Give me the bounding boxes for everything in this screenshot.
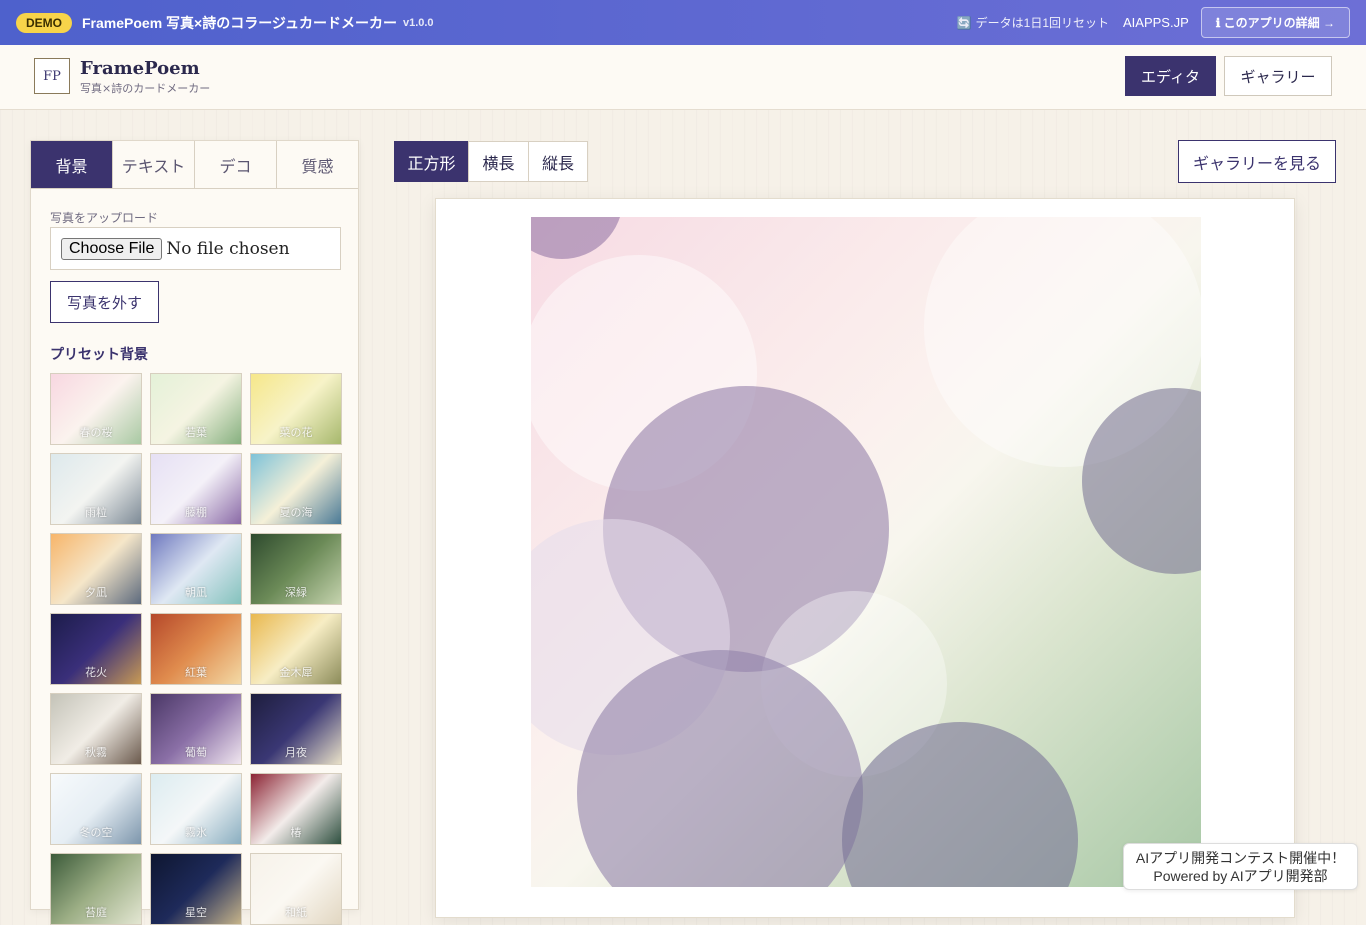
preset-swatch[interactable]: 星空 <box>150 853 242 925</box>
refresh-icon: 🔄 <box>956 15 972 30</box>
tab-deco[interactable]: デコ <box>195 141 277 188</box>
preset-label: 深緑 <box>285 586 307 599</box>
settings-panel: 背景 テキスト デコ 質感 写真をアップロード Choose File No f… <box>30 140 359 925</box>
preset-label: 和紙 <box>285 906 307 919</box>
preset-swatch[interactable]: 葡萄 <box>150 693 242 765</box>
demo-bar: DEMO FramePoem 写真×詩のコラージュカードメーカー v1.0.0 … <box>0 0 1366 45</box>
preset-swatch[interactable]: 椿 <box>250 773 342 845</box>
preset-swatch[interactable]: 和紙 <box>250 853 342 925</box>
app-subtitle: 写真×詩のカードメーカー <box>80 82 211 95</box>
preset-label: 夏の海 <box>279 506 313 519</box>
remove-photo-button[interactable]: 写真を外す <box>50 281 159 323</box>
demo-badge: DEMO <box>16 12 72 33</box>
ratio-square-button[interactable]: 正方形 <box>394 141 469 182</box>
preset-swatch[interactable]: 藤棚 <box>150 453 242 525</box>
preset-swatch[interactable]: 夕凪 <box>50 533 142 605</box>
aspect-ratio-selector: 正方形 横長 縦長 <box>394 141 588 182</box>
decor-circle <box>531 217 623 259</box>
preset-label: 春の桜 <box>79 426 113 439</box>
app-name: FramePoem <box>80 58 200 79</box>
preset-swatch[interactable]: 秋霧 <box>50 693 142 765</box>
reset-text: データは1日1回リセット <box>975 16 1110 30</box>
contest-line-1: AIアプリ開発コンテスト開催中！ <box>1135 849 1346 866</box>
preset-swatch[interactable]: 紅葉 <box>150 613 242 685</box>
preset-swatch[interactable]: 花火 <box>50 613 142 685</box>
preset-label: 雨粒 <box>85 506 107 519</box>
tab-texture[interactable]: 質感 <box>277 141 358 188</box>
preset-label: 苔庭 <box>85 906 107 919</box>
view-gallery-button[interactable]: ギャラリーを見る <box>1178 140 1336 183</box>
preset-swatch[interactable]: 春の桜 <box>50 373 142 445</box>
preset-label: 菜の花 <box>279 426 313 439</box>
preset-swatch[interactable]: 霧氷 <box>150 773 242 845</box>
canvas-frame <box>435 198 1295 918</box>
canvas-area <box>455 217 1277 887</box>
contest-line-2: Powered by AIアプリ開発部 <box>1153 867 1328 884</box>
contest-banner[interactable]: AIアプリ開発コンテスト開催中！ Powered by AIアプリ開発部 <box>1123 843 1358 890</box>
ratio-portrait-button[interactable]: 縦長 <box>528 141 588 182</box>
preset-label: 若葉 <box>185 426 207 439</box>
preset-grid: 春の桜 若葉 菜の花雨粒 藤棚 夏の海夕凪 朝凪 深緑花火 紅葉 金木犀秋霧 葡萄 月夜冬の空 霧氷 椿… <box>50 373 342 925</box>
preset-swatch[interactable]: 雨粒 <box>50 453 142 525</box>
file-status: No file chosen <box>166 238 290 259</box>
preset-label: 花火 <box>85 666 107 679</box>
preset-label: 霧氷 <box>185 826 207 839</box>
preset-label: 椿 <box>290 826 302 839</box>
preset-label: 紅葉 <box>185 666 207 679</box>
preset-swatch[interactable]: 苔庭 <box>50 853 142 925</box>
card-preview[interactable] <box>531 217 1201 887</box>
demo-title: FramePoem 写真×詩のコラージュカードメーカー <box>82 14 397 31</box>
preset-swatch[interactable]: 夏の海 <box>250 453 342 525</box>
preset-swatch[interactable]: 月夜 <box>250 693 342 765</box>
nav-gallery-button[interactable]: ギャラリー <box>1224 56 1332 96</box>
preset-label: 朝凪 <box>185 586 207 599</box>
preset-swatch[interactable]: 菜の花 <box>250 373 342 445</box>
preset-swatch[interactable]: 深緑 <box>250 533 342 605</box>
reset-notice: 🔄 データは1日1回リセット <box>957 14 1109 31</box>
preset-label: 月夜 <box>285 746 307 759</box>
preset-label: 夕凪 <box>85 586 107 599</box>
preset-label: 秋霧 <box>85 746 107 759</box>
version-label: v1.0.0 <box>402 16 434 29</box>
preset-swatch[interactable]: 朝凪 <box>150 533 242 605</box>
nav-editor-button[interactable]: エディタ <box>1125 56 1216 96</box>
preset-swatch[interactable]: 若葉 <box>150 373 242 445</box>
choose-file-button[interactable]: Choose File <box>61 237 163 260</box>
site-link[interactable]: AIAPPS.JP <box>1123 15 1189 30</box>
app-detail-button[interactable]: ℹ このアプリの詳細 → <box>1200 7 1350 38</box>
preset-swatch[interactable]: 冬の空 <box>50 773 142 845</box>
preset-swatch[interactable]: 金木犀 <box>250 613 342 685</box>
app-header: FP FramePoem 写真×詩のカードメーカー エディタ ギャラリー <box>0 45 1366 110</box>
preset-label: 葡萄 <box>185 746 207 759</box>
preset-heading: プリセット背景 <box>50 347 148 363</box>
preset-label: 冬の空 <box>79 826 113 839</box>
tab-text[interactable]: テキスト <box>113 141 195 188</box>
preset-label: 藤棚 <box>185 506 207 519</box>
panel-tabs: 背景 テキスト デコ 質感 <box>31 141 358 189</box>
app-logo[interactable]: FP <box>34 58 70 94</box>
tab-background[interactable]: 背景 <box>31 141 113 188</box>
ratio-landscape-button[interactable]: 横長 <box>468 141 529 182</box>
preset-label: 星空 <box>185 906 207 919</box>
photo-file-input[interactable]: Choose File No file chosen <box>50 227 341 270</box>
preset-label: 金木犀 <box>279 666 313 679</box>
upload-label: 写真をアップロード <box>50 211 159 225</box>
